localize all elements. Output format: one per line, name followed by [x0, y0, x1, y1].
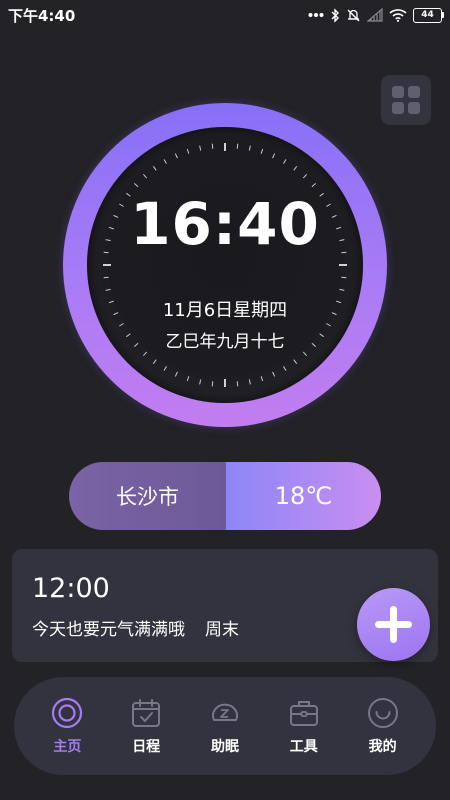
reminder-text: 今天也要元气满满哦 周末: [32, 615, 239, 640]
clock-tick: [293, 166, 298, 171]
clock-tick: [283, 159, 287, 164]
toolbox-icon: [288, 697, 320, 729]
clock-ticks: [103, 143, 347, 387]
clock-tick: [248, 145, 251, 151]
clock-tick: [293, 359, 298, 364]
nav-item-schedule[interactable]: 日程: [116, 697, 176, 756]
clock-tick: [186, 148, 190, 154]
clock-tick: [302, 174, 308, 179]
nav-label-profile: 我的: [368, 738, 397, 755]
nav-label-home: 主页: [53, 738, 82, 755]
clock-tick: [142, 174, 148, 179]
clock-tick: [199, 145, 202, 151]
clock-tick: [211, 381, 214, 387]
clock-tick: [142, 351, 148, 356]
weather-city[interactable]: 长沙市: [69, 462, 226, 530]
clock-tick: [174, 371, 178, 377]
nav-label-schedule: 日程: [132, 738, 161, 755]
clock-time: 16:40: [130, 190, 320, 258]
clock-tick: [134, 182, 139, 188]
mute-icon: [346, 8, 361, 23]
clock-tick: [341, 276, 347, 279]
reminder-message: 今天也要元气满满哦: [32, 620, 185, 640]
status-bar: 下午4:40 44: [0, 0, 450, 30]
clock-tick: [272, 371, 276, 377]
nav-label-sleep: 助眠: [210, 738, 239, 755]
status-time: 下午4:40: [8, 7, 76, 25]
sleep-icon: [209, 697, 241, 729]
clock-tick: [163, 159, 167, 164]
nav-item-sleep[interactable]: 助眠: [195, 697, 255, 756]
clock-tick: [152, 359, 157, 364]
weather-pill[interactable]: 长沙市 18℃: [69, 462, 381, 530]
bottom-nav: 主页 日程 助眠 工具 我的: [14, 677, 436, 775]
battery-level: 44: [413, 7, 442, 23]
clock-tick: [236, 381, 239, 387]
clock-tick: [311, 182, 316, 188]
reminder-tag: 周末: [205, 620, 239, 640]
bluetooth-icon: [330, 7, 340, 23]
clock-tick: [272, 153, 276, 159]
clock-tick: [174, 153, 178, 159]
signal-icon: [367, 8, 383, 22]
clock-tick: [119, 323, 124, 327]
clock-tick: [105, 288, 111, 291]
wifi-icon: [389, 8, 407, 22]
clock-tick: [339, 288, 345, 291]
battery-icon: 44: [413, 7, 444, 23]
dots-icon: [308, 12, 324, 18]
calendar-icon: [130, 697, 162, 729]
status-icons: 44: [308, 5, 444, 25]
reminder-time: 12:00: [32, 573, 110, 604]
clock-tick: [260, 376, 264, 382]
clock-tick: [103, 276, 109, 279]
clock-tick: [163, 366, 167, 371]
clock-date: 11月6日星期四: [162, 300, 288, 321]
nav-item-home[interactable]: 主页: [37, 697, 97, 756]
nav-item-profile[interactable]: 我的: [353, 697, 413, 756]
add-reminder-button[interactable]: [357, 588, 430, 661]
app-screen: 下午4:40 44 16:40 11月6日星期四 乙巳年九月十七 长沙市 18℃…: [0, 0, 450, 800]
grid-menu-button[interactable]: [381, 75, 431, 125]
clock-tick: [283, 366, 287, 371]
clock-tick: [186, 376, 190, 382]
clock-tick: [199, 379, 202, 385]
weather-temperature[interactable]: 18℃: [226, 462, 381, 530]
nav-item-tools[interactable]: 工具: [274, 697, 334, 756]
clock-lunar-date: 乙巳年九月十七: [165, 332, 285, 352]
clock-tick: [302, 351, 308, 356]
profile-smile-icon: [367, 697, 399, 729]
home-target-icon: [51, 697, 83, 729]
clock-tick: [211, 143, 214, 149]
clock-tick: [248, 379, 251, 385]
clock-tick: [326, 323, 331, 327]
clock-tick: [152, 166, 157, 171]
clock-tick: [260, 148, 264, 154]
nav-label-tools: 工具: [289, 738, 318, 755]
clock-tick: [236, 143, 239, 149]
